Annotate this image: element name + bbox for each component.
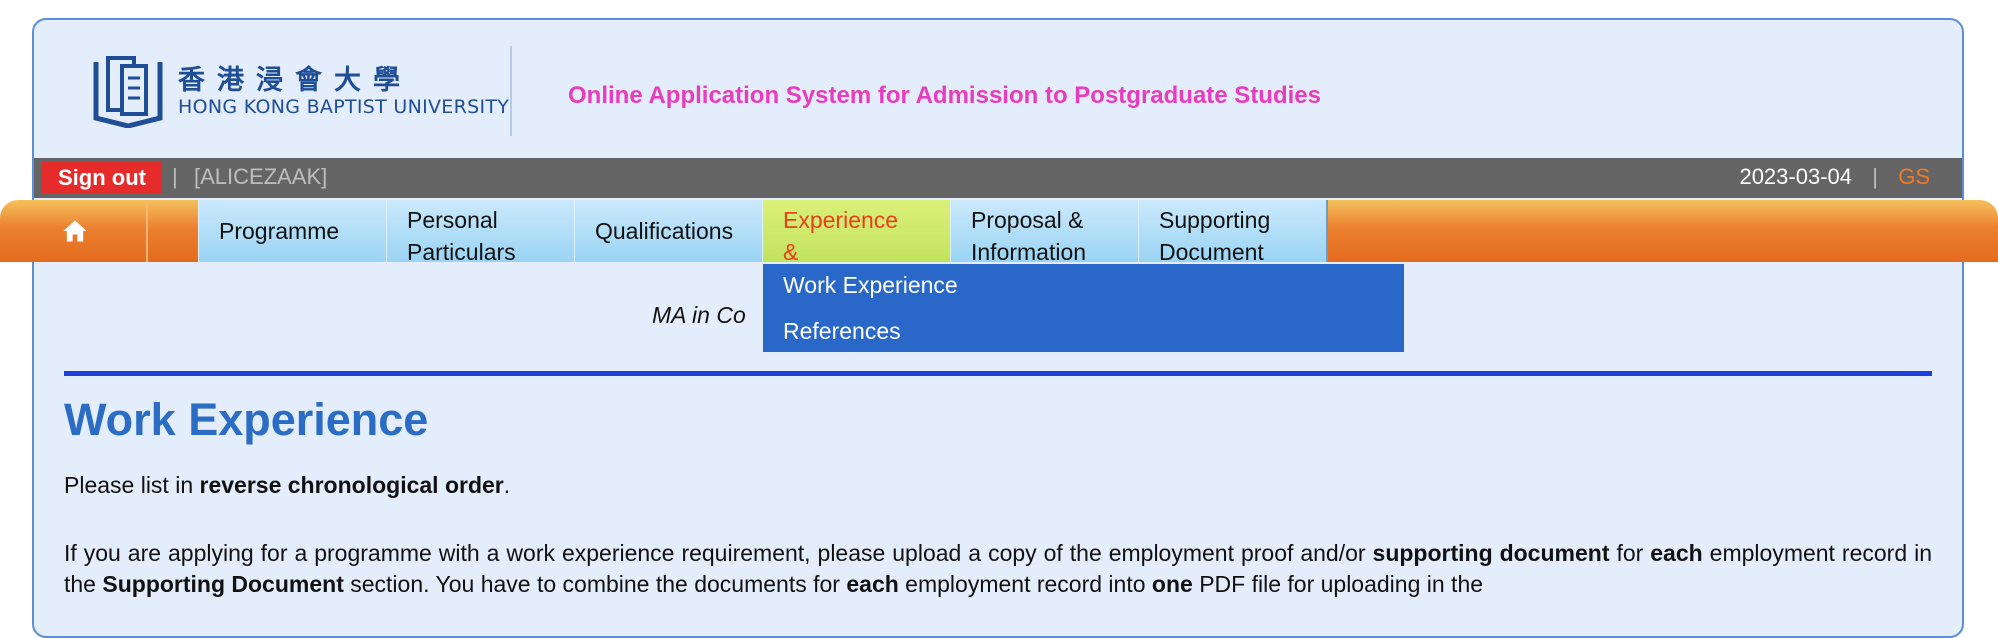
home-icon — [63, 220, 87, 242]
system-title: Online Application System for Admission … — [568, 82, 1321, 109]
tab-label-line2: Particulars — [407, 239, 516, 265]
menu-item-work-experience[interactable]: Work Experience — [783, 272, 958, 299]
tab-personal-particulars[interactable]: Personal Particulars — [386, 200, 576, 265]
tab-experience[interactable]: Experience & — [762, 200, 952, 262]
main-navigation: Programme Personal Particulars Qualifica… — [0, 200, 1998, 265]
logo-chinese-name: 香港浸會大學 — [178, 65, 412, 96]
text-run: If you are applying for a programme with… — [64, 540, 1373, 566]
tab-label-line1: Proposal & — [971, 207, 1084, 233]
tab-proposal-information[interactable]: Proposal & Information — [950, 200, 1140, 265]
text-emphasis: one — [1151, 571, 1193, 597]
text-emphasis: each — [846, 571, 899, 597]
username-label: [ALICEZAAK] — [194, 164, 328, 189]
header: 香港浸會大學 HONG KONG BAPTIST UNIVERSITY Onli… — [34, 20, 1962, 158]
work-experience-note: If you are applying for a programme with… — [64, 538, 1932, 600]
role-label: GS — [1898, 164, 1930, 189]
nav-divider — [146, 200, 148, 262]
text-run: employment record into — [898, 571, 1152, 597]
heading-rule — [64, 371, 1932, 376]
programme-name: MA in Co — [652, 302, 746, 328]
text-run: . — [503, 472, 511, 498]
tab-label-line1: Supporting — [1159, 207, 1271, 233]
text-run: for — [1609, 540, 1651, 566]
page-title: Work Experience — [64, 394, 429, 445]
experience-dropdown-menu: Work Experience References — [763, 264, 1404, 352]
tab-label: Programme — [219, 218, 340, 244]
text-emphasis: reverse chronological order — [199, 472, 504, 498]
text-run: PDF file for uploading in the — [1192, 571, 1484, 597]
sign-out-button[interactable]: Sign out — [42, 162, 162, 194]
home-button[interactable] — [0, 200, 150, 262]
tab-label-line1: Personal — [407, 207, 498, 233]
tab-label: Qualifications — [595, 218, 734, 244]
hkbu-logo-icon — [93, 56, 163, 128]
text-run: section. You have to combine the documen… — [343, 571, 847, 597]
header-divider — [510, 46, 512, 136]
user-bar: Sign out | [ALICEZAAK] 2023-03-04 | GS — [34, 158, 1962, 198]
university-logo[interactable]: 香港浸會大學 HONG KONG BAPTIST UNIVERSITY — [90, 50, 510, 146]
separator: | — [1872, 164, 1878, 189]
text-run: Please list in — [64, 472, 200, 498]
text-emphasis: each — [1650, 540, 1703, 566]
tab-programme[interactable]: Programme — [198, 200, 388, 262]
separator: | — [172, 164, 178, 189]
menu-item-references[interactable]: References — [783, 318, 901, 345]
instruction-text: Please list in reverse chronological ord… — [64, 472, 510, 499]
tab-supporting-document[interactable]: Supporting Document — [1138, 200, 1328, 265]
tab-label-line2: & — [783, 239, 799, 262]
date-label: 2023-03-04 — [1739, 164, 1852, 189]
text-emphasis: Supporting Document — [102, 571, 344, 597]
logo-english-name: HONG KONG BAPTIST UNIVERSITY — [178, 96, 510, 118]
tab-label-line1: Experience — [783, 207, 899, 233]
text-emphasis: supporting document — [1372, 540, 1610, 566]
tab-qualifications[interactable]: Qualifications — [574, 200, 764, 262]
